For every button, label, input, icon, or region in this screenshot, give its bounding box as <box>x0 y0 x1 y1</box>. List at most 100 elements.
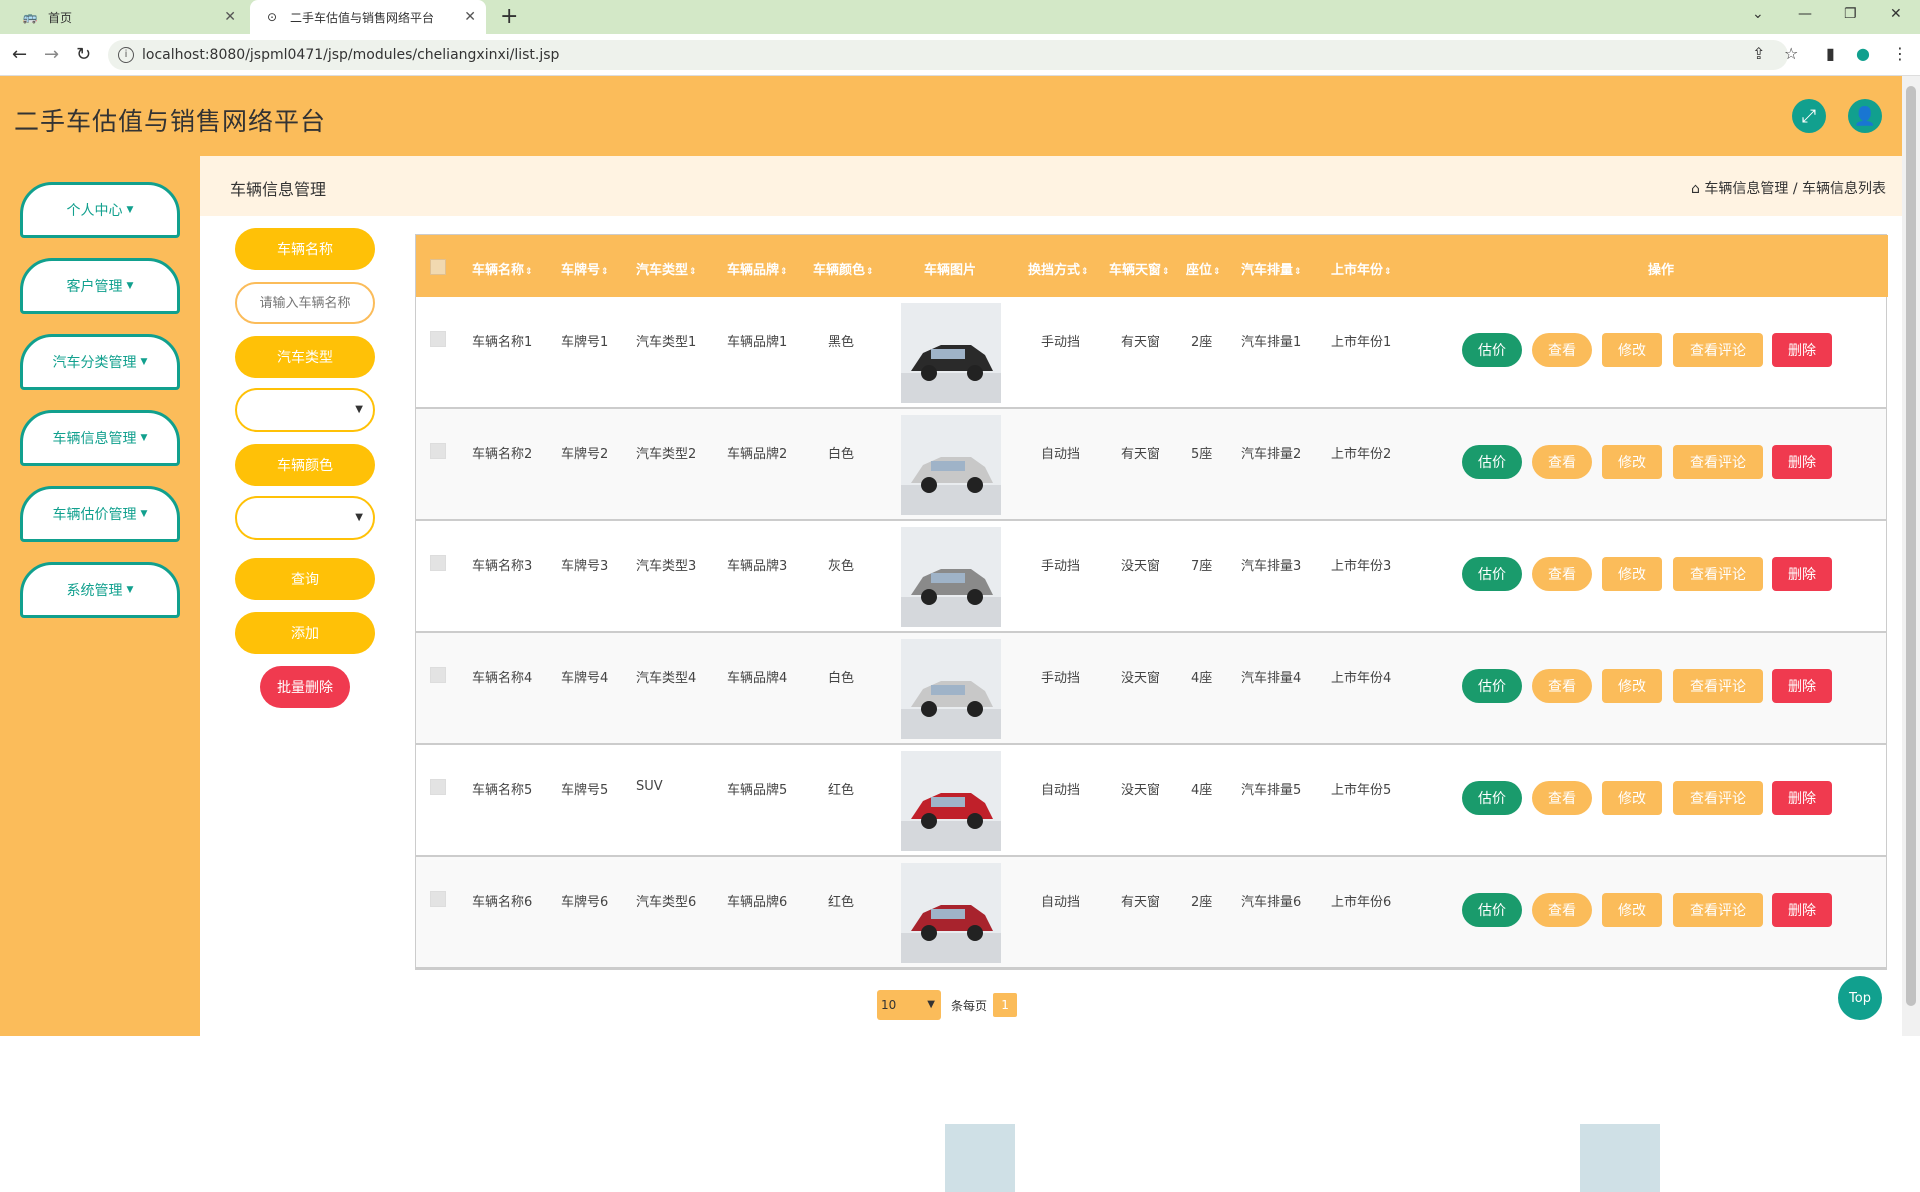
add-button[interactable]: 添加 <box>235 612 375 654</box>
chevron-down-icon[interactable]: ⌄ <box>1752 6 1764 22</box>
estimate-button[interactable]: 估价 <box>1462 333 1522 367</box>
sidebar-item-label: 个人中心 <box>66 203 123 219</box>
caret-down-icon: ▼ <box>126 205 134 215</box>
batch-delete-button[interactable]: 批量删除 <box>260 666 350 708</box>
minimize-icon[interactable]: — <box>1798 6 1812 22</box>
view-comments-button[interactable]: 查看评论 <box>1673 557 1763 591</box>
close-icon[interactable]: ✕ <box>464 9 476 25</box>
home-icon[interactable]: ⌂ <box>1691 181 1700 197</box>
profile-icon[interactable]: ● <box>1856 44 1870 63</box>
new-tab-icon[interactable]: + <box>500 4 518 29</box>
delete-button[interactable]: 删除 <box>1772 669 1832 703</box>
sidebar-item-system[interactable]: 系统管理 ▼ <box>20 562 180 618</box>
view-comments-button[interactable]: 查看评论 <box>1673 445 1763 479</box>
query-button[interactable]: 查询 <box>235 558 375 600</box>
name-search-input[interactable] <box>235 282 375 324</box>
col-header-color[interactable]: 车辆颜色⇕ <box>813 259 874 278</box>
estimate-button[interactable]: 估价 <box>1462 557 1522 591</box>
share-icon[interactable]: ⇪ <box>1752 44 1765 63</box>
estimate-button[interactable]: 估价 <box>1462 893 1522 927</box>
edit-button[interactable]: 修改 <box>1602 669 1662 703</box>
cell-name: 车辆名称4 <box>472 671 533 686</box>
breadcrumb-path[interactable]: 车辆信息管理 / 车辆信息列表 <box>1704 181 1886 197</box>
address-bar: ← → ↻ i localhost:8080/jspml0471/jsp/mod… <box>0 34 1920 76</box>
row-checkbox[interactable] <box>430 443 446 459</box>
edit-button[interactable]: 修改 <box>1602 333 1662 367</box>
close-icon[interactable]: ✕ <box>224 9 236 25</box>
reload-icon[interactable]: ↻ <box>76 44 91 65</box>
browser-tab-home[interactable]: 🚌 首页 ✕ <box>8 0 246 34</box>
user-icon[interactable]: 👤 <box>1848 99 1882 133</box>
col-header-brand[interactable]: 车辆品牌⇕ <box>727 259 788 278</box>
row-checkbox[interactable] <box>430 667 446 683</box>
estimate-button[interactable]: 估价 <box>1462 781 1522 815</box>
delete-button[interactable]: 删除 <box>1772 893 1832 927</box>
cell-brand: 车辆品牌5 <box>727 783 788 798</box>
cell-type: 汽车类型3 <box>636 559 697 574</box>
col-header-displacement[interactable]: 汽车排量⇕ <box>1241 259 1302 278</box>
forward-icon[interactable]: → <box>44 44 59 65</box>
col-header-name[interactable]: 车辆名称⇕ <box>472 259 533 278</box>
fullscreen-icon[interactable]: ⤢ <box>1792 99 1826 133</box>
edit-button[interactable]: 修改 <box>1602 893 1662 927</box>
row-checkbox[interactable] <box>430 331 446 347</box>
sidebar-item-customer[interactable]: 客户管理 ▼ <box>20 258 180 314</box>
info-icon[interactable]: i <box>118 47 134 63</box>
view-button[interactable]: 查看 <box>1532 893 1592 927</box>
view-button[interactable]: 查看 <box>1532 445 1592 479</box>
edit-button[interactable]: 修改 <box>1602 781 1662 815</box>
estimate-button[interactable]: 估价 <box>1462 445 1522 479</box>
back-icon[interactable]: ← <box>12 44 27 65</box>
table-row: 车辆名称4 车牌号4 汽车类型4 车辆品牌4 白色 手动挡 没天窗 4座 汽车排… <box>416 633 1886 745</box>
sidebar-item-valuation[interactable]: 车辆估价管理 ▼ <box>20 486 180 542</box>
cell-gear: 手动挡 <box>1041 671 1081 686</box>
sidepanel-icon[interactable]: ▮ <box>1826 44 1835 63</box>
view-comments-button[interactable]: 查看评论 <box>1673 893 1763 927</box>
url-input[interactable]: i localhost:8080/jspml0471/jsp/modules/c… <box>108 40 1788 70</box>
view-comments-button[interactable]: 查看评论 <box>1673 333 1763 367</box>
window-close-icon[interactable]: ✕ <box>1890 6 1902 22</box>
col-header-type[interactable]: 汽车类型⇕ <box>636 259 697 278</box>
view-comments-button[interactable]: 查看评论 <box>1673 781 1763 815</box>
car-icon <box>901 639 1001 739</box>
view-button[interactable]: 查看 <box>1532 557 1592 591</box>
sidebar-item-vehicle-info[interactable]: 车辆信息管理 ▼ <box>20 410 180 466</box>
select-all-checkbox[interactable] <box>430 259 446 275</box>
row-checkbox[interactable] <box>430 779 446 795</box>
delete-button[interactable]: 删除 <box>1772 445 1832 479</box>
page-scrollbar[interactable] <box>1902 76 1920 1036</box>
row-checkbox[interactable] <box>430 555 446 571</box>
sidebar-item-personal-center[interactable]: 个人中心 ▼ <box>20 182 180 238</box>
scrollbar-thumb[interactable] <box>1906 86 1916 1006</box>
page-number-button[interactable]: 1 <box>993 993 1018 1017</box>
delete-button[interactable]: 删除 <box>1772 333 1832 367</box>
type-select[interactable]: ▼ <box>235 388 375 432</box>
cell-name: 车辆名称3 <box>472 559 533 574</box>
col-header-seats[interactable]: 座位⇕ <box>1186 259 1221 278</box>
cell-type: 汽车类型2 <box>636 447 697 462</box>
cell-sunroof: 有天窗 <box>1121 447 1161 462</box>
edit-button[interactable]: 修改 <box>1602 557 1662 591</box>
col-header-gear[interactable]: 换挡方式⇕ <box>1028 259 1089 278</box>
view-button[interactable]: 查看 <box>1532 333 1592 367</box>
delete-button[interactable]: 删除 <box>1772 557 1832 591</box>
view-comments-button[interactable]: 查看评论 <box>1673 669 1763 703</box>
col-header-year[interactable]: 上市年份⇕ <box>1331 259 1392 278</box>
sidebar-item-car-category[interactable]: 汽车分类管理 ▼ <box>20 334 180 390</box>
view-button[interactable]: 查看 <box>1532 669 1592 703</box>
star-icon[interactable]: ☆ <box>1784 44 1798 63</box>
col-header-sunroof[interactable]: 车辆天窗⇕ <box>1109 259 1170 278</box>
color-select[interactable]: ▼ <box>235 496 375 540</box>
back-to-top-button[interactable]: Top <box>1838 976 1882 1020</box>
delete-button[interactable]: 删除 <box>1772 781 1832 815</box>
edit-button[interactable]: 修改 <box>1602 445 1662 479</box>
col-header-plate[interactable]: 车牌号⇕ <box>561 259 609 278</box>
row-checkbox[interactable] <box>430 891 446 907</box>
sort-icon: ⇕ <box>1294 267 1302 277</box>
browser-tab-active[interactable]: ⊙ 二手车估值与销售网络平台 ✕ <box>250 0 486 34</box>
estimate-button[interactable]: 估价 <box>1462 669 1522 703</box>
restore-icon[interactable]: ❐ <box>1844 6 1857 22</box>
page-size-select[interactable]: 10 ▼ <box>877 990 941 1020</box>
view-button[interactable]: 查看 <box>1532 781 1592 815</box>
menu-icon[interactable]: ⋮ <box>1892 44 1908 63</box>
